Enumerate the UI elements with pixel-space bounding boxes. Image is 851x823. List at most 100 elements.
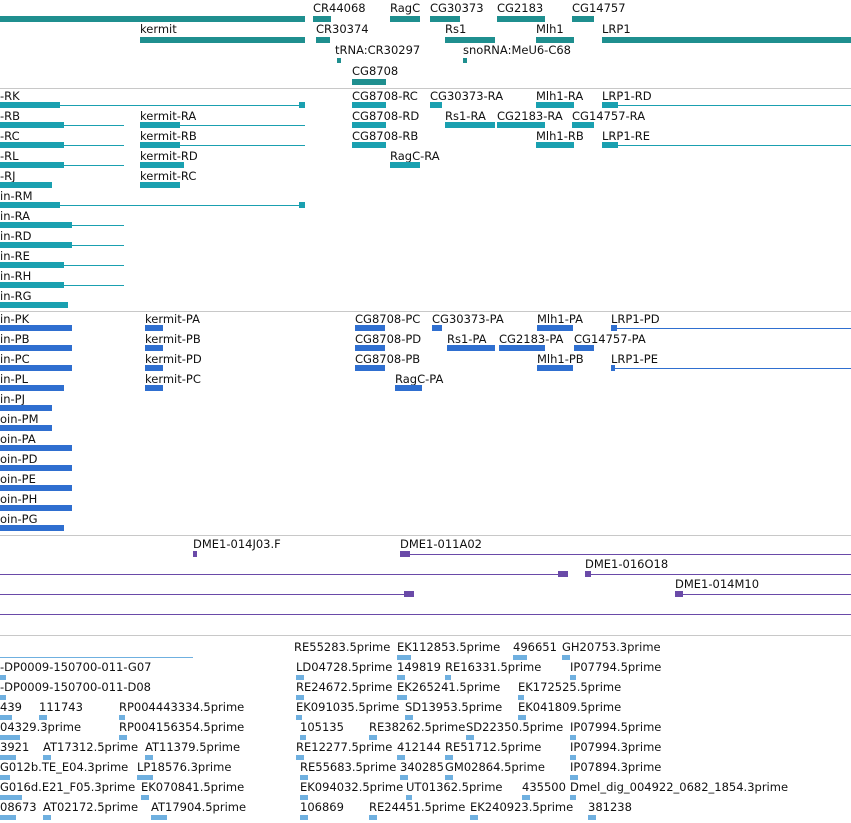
gene-feature[interactable] bbox=[337, 58, 341, 63]
transcript-feature[interactable] bbox=[140, 122, 180, 128]
gene-feature[interactable] bbox=[602, 37, 851, 43]
protein-feature[interactable] bbox=[0, 505, 72, 511]
est-label: 435500 bbox=[522, 780, 566, 794]
est-feature[interactable] bbox=[43, 815, 51, 820]
clones-track: DME1-014J03.F DME1-011A02 DME1-016O18 DM… bbox=[0, 536, 851, 635]
proteins-track: in-PK kermit-PA CG8708-PC CG30373-PA Mlh… bbox=[0, 312, 851, 535]
protein-feature[interactable] bbox=[0, 465, 72, 471]
clone-line bbox=[400, 554, 851, 555]
transcript-feature[interactable] bbox=[536, 102, 574, 108]
transcript-feature[interactable] bbox=[602, 102, 618, 108]
est-feature[interactable] bbox=[588, 815, 596, 820]
transcript-feature[interactable] bbox=[0, 302, 68, 308]
est-feature[interactable] bbox=[470, 815, 478, 820]
transcript-feature[interactable] bbox=[572, 122, 594, 128]
est-label: Dmel_dig_004922_0682_1854.3prime bbox=[570, 780, 789, 794]
clone-feature[interactable] bbox=[675, 591, 683, 597]
clone-feature[interactable] bbox=[193, 551, 197, 557]
transcript-feature[interactable] bbox=[0, 282, 64, 288]
protein-feature[interactable] bbox=[0, 325, 72, 331]
transcript-feature[interactable] bbox=[352, 102, 386, 108]
gene-feature[interactable] bbox=[463, 58, 467, 63]
clone-feature[interactable] bbox=[404, 591, 414, 597]
est-label: 111743 bbox=[39, 700, 83, 714]
transcript-feature[interactable] bbox=[364, 142, 386, 148]
gene-feature[interactable] bbox=[316, 37, 330, 43]
protein-feature[interactable] bbox=[537, 325, 573, 331]
protein-feature[interactable] bbox=[355, 345, 385, 351]
transcript-feature[interactable] bbox=[140, 162, 184, 168]
transcript-feature[interactable] bbox=[0, 242, 72, 248]
transcript-feature[interactable] bbox=[390, 162, 420, 168]
transcript-feature[interactable] bbox=[430, 102, 442, 108]
est-label: RE51712.5prime bbox=[445, 740, 542, 754]
est-label: -DP0009-150700-011-D08 bbox=[0, 680, 151, 694]
transcript-feature[interactable] bbox=[140, 182, 180, 188]
est-feature[interactable] bbox=[0, 815, 16, 820]
est-label: RE24672.5prime bbox=[296, 680, 393, 694]
clone-feature[interactable] bbox=[558, 571, 568, 577]
protein-label: kermit-PB bbox=[145, 332, 201, 346]
transcript-feature[interactable] bbox=[0, 222, 72, 228]
clone-feature[interactable] bbox=[400, 551, 410, 557]
protein-feature[interactable] bbox=[0, 365, 72, 371]
gene-label: RagC bbox=[390, 1, 421, 15]
protein-feature[interactable] bbox=[537, 365, 573, 371]
transcript-feature[interactable] bbox=[445, 122, 495, 128]
transcript-feature[interactable] bbox=[140, 142, 180, 148]
protein-feature[interactable] bbox=[611, 365, 615, 371]
gene-label: CR30374 bbox=[316, 22, 369, 36]
protein-feature[interactable] bbox=[145, 345, 163, 351]
est-label: 381238 bbox=[588, 800, 632, 814]
transcript-feature[interactable] bbox=[497, 122, 545, 128]
est-feature[interactable] bbox=[141, 795, 149, 800]
genes-track: CR44068 RagC CG30373 CG2183 CG14757 kerm… bbox=[0, 0, 851, 88]
protein-feature[interactable] bbox=[447, 345, 495, 351]
gene-feature[interactable] bbox=[572, 16, 594, 22]
transcript-feature[interactable] bbox=[299, 102, 305, 108]
est-label: 105135 bbox=[300, 720, 344, 734]
protein-label: CG8708-PC bbox=[355, 312, 421, 326]
protein-feature[interactable] bbox=[0, 385, 64, 391]
protein-feature[interactable] bbox=[0, 345, 72, 351]
est-feature[interactable] bbox=[562, 655, 570, 660]
protein-intron bbox=[611, 368, 851, 369]
transcript-feature[interactable] bbox=[0, 102, 60, 108]
transcript-label: -RL bbox=[0, 149, 19, 163]
transcript-feature[interactable] bbox=[0, 142, 64, 148]
transcript-feature[interactable] bbox=[0, 262, 64, 268]
protein-feature[interactable] bbox=[611, 325, 617, 331]
transcript-feature[interactable] bbox=[0, 122, 64, 128]
protein-feature[interactable] bbox=[574, 345, 594, 351]
protein-feature[interactable] bbox=[0, 445, 72, 451]
gene-feature[interactable] bbox=[140, 37, 305, 43]
est-feature[interactable] bbox=[151, 815, 167, 820]
est-feature[interactable] bbox=[300, 815, 308, 820]
protein-feature[interactable] bbox=[355, 325, 385, 331]
est-label: 3921 bbox=[0, 740, 30, 754]
transcript-feature[interactable] bbox=[299, 202, 305, 208]
protein-feature[interactable] bbox=[145, 325, 163, 331]
gene-feature[interactable] bbox=[352, 79, 386, 85]
transcript-feature[interactable] bbox=[602, 142, 618, 148]
clone-feature[interactable] bbox=[585, 571, 591, 577]
transcript-feature[interactable] bbox=[352, 122, 386, 128]
protein-feature[interactable] bbox=[432, 325, 442, 331]
protein-feature[interactable] bbox=[0, 405, 52, 411]
transcript-feature[interactable] bbox=[0, 182, 52, 188]
transcript-feature[interactable] bbox=[0, 162, 64, 168]
protein-feature[interactable] bbox=[395, 385, 422, 391]
transcript-feature[interactable] bbox=[536, 142, 574, 148]
protein-feature[interactable] bbox=[0, 485, 72, 491]
gene-feature[interactable] bbox=[390, 16, 420, 22]
protein-label: Mlh1-PB bbox=[537, 352, 584, 366]
gene-label: tRNA:CR30297 bbox=[335, 43, 421, 57]
protein-feature[interactable] bbox=[0, 525, 64, 531]
protein-feature[interactable] bbox=[145, 385, 163, 391]
est-feature[interactable] bbox=[369, 815, 377, 820]
protein-feature[interactable] bbox=[0, 425, 52, 431]
protein-feature[interactable] bbox=[355, 365, 385, 371]
transcript-feature[interactable] bbox=[0, 202, 60, 208]
protein-feature[interactable] bbox=[145, 365, 163, 371]
protein-feature[interactable] bbox=[499, 345, 545, 351]
